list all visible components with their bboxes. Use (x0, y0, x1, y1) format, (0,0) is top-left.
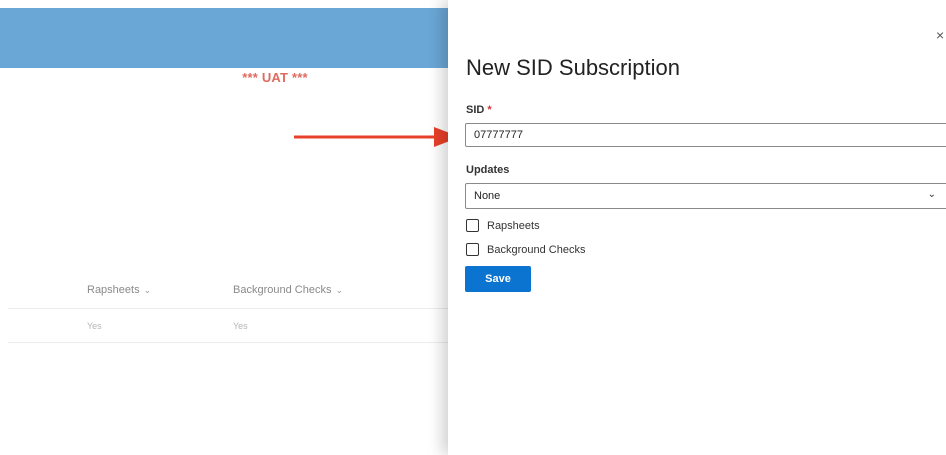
chevron-down-icon: ⌄ (335, 284, 343, 295)
background-checks-checkbox-label: Background Checks (487, 243, 586, 256)
background-checks-checkbox-row[interactable]: Background Checks (466, 243, 585, 256)
arrow-right-icon (294, 127, 460, 147)
updates-select[interactable]: None ⌄ (465, 183, 946, 209)
table-cell-background-checks: Yes (233, 321, 248, 331)
table-divider (8, 308, 448, 309)
chevron-down-icon: ⌄ (927, 189, 936, 200)
updates-label: Updates (466, 164, 510, 176)
environment-banner: *** UAT *** (242, 70, 308, 85)
rapsheets-checkbox-row[interactable]: Rapsheets (466, 219, 540, 232)
column-header-rapsheets[interactable]: Rapsheets ⌄ (87, 284, 151, 296)
column-header-background-checks[interactable]: Background Checks ⌄ (233, 284, 343, 296)
updates-selected-value: None (474, 190, 501, 202)
rapsheets-checkbox[interactable] (466, 219, 479, 232)
app-header-bar (0, 8, 448, 68)
background-checks-checkbox[interactable] (466, 243, 479, 256)
required-marker: * (487, 104, 492, 116)
sid-label-text: SID (466, 104, 485, 116)
panel-title: New SID Subscription (466, 55, 680, 80)
rapsheets-checkbox-label: Rapsheets (487, 219, 540, 232)
chevron-down-icon: ⌄ (143, 284, 152, 295)
table-cell-rapsheets: Yes (87, 321, 102, 331)
column-header-label: Rapsheets (87, 284, 140, 296)
sid-input[interactable] (465, 123, 946, 147)
close-icon[interactable]: × (936, 27, 946, 43)
save-button[interactable]: Save (465, 266, 531, 292)
sid-label: SID * (466, 104, 492, 116)
table-divider (8, 342, 448, 343)
new-sid-subscription-panel: × New SID Subscription SID* Updates None… (448, 0, 946, 455)
column-header-label: Background Checks (233, 284, 332, 296)
